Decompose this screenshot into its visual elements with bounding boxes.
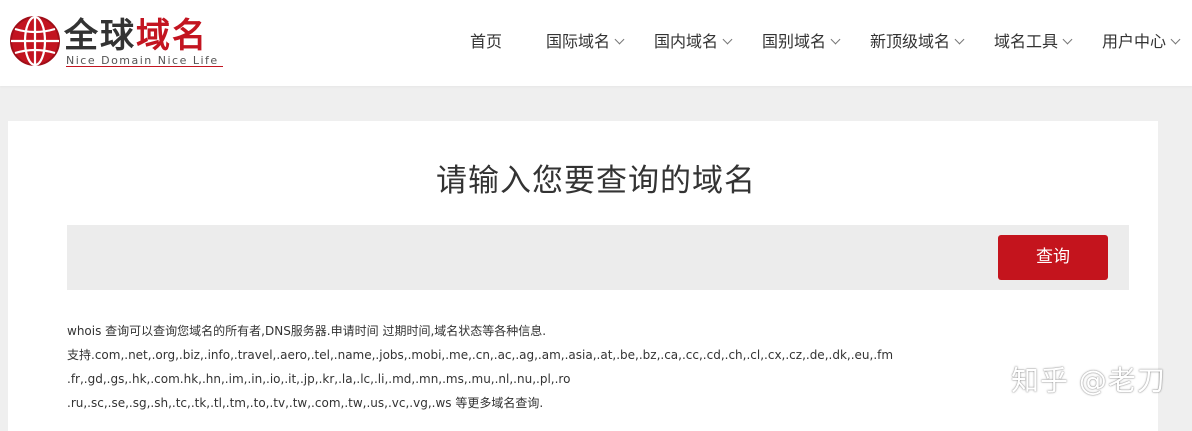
chevron-down-icon xyxy=(722,34,733,45)
chevron-down-icon xyxy=(954,34,965,45)
nav-item-label: 用户中心 xyxy=(1102,32,1167,51)
domain-search-input[interactable] xyxy=(67,225,987,290)
nav-item-new-gtld[interactable]: 新顶级域名 xyxy=(870,31,965,53)
nav-item-label: 国别域名 xyxy=(762,32,827,51)
nav-item-domain-tools[interactable]: 域名工具 xyxy=(994,31,1073,53)
nav-item-label: 域名工具 xyxy=(994,32,1059,51)
search-button[interactable]: 查询 xyxy=(998,235,1108,280)
nav-item-country-domains[interactable]: 国别域名 xyxy=(762,31,841,53)
chevron-down-icon xyxy=(1170,34,1181,45)
nav-item-label: 新顶级域名 xyxy=(870,32,951,51)
info-line-supported-tlds: .ru,.sc,.se,.sg,.sh,.tc,.tk,.tl,.tm,.to,… xyxy=(67,396,544,410)
chevron-down-icon xyxy=(1062,34,1073,45)
info-line-description: whois 查询可以查询您域名的所有者,DNS服务器.申请时间 过期时间,域名状… xyxy=(67,324,547,338)
chevron-down-icon xyxy=(614,34,625,45)
info-line-supported-tlds: 支持.com,.net,.org,.biz,.info,.travel,.aer… xyxy=(67,348,894,362)
top-header: 全球域名 Nice Domain Nice Life 首页 国际域名 国内域名 … xyxy=(0,0,1192,86)
info-line-supported-tlds: .fr,.gd,.gs,.hk,.com.hk,.hn,.im,.in,.io,… xyxy=(67,372,571,386)
nav-item-user-center[interactable]: 用户中心 xyxy=(1102,31,1181,53)
nav-item-label: 国际域名 xyxy=(546,32,611,51)
nav-item-label: 首页 xyxy=(470,32,503,51)
nav-item-domestic-domains[interactable]: 国内域名 xyxy=(654,31,733,53)
nav-item-international-domains[interactable]: 国际域名 xyxy=(546,31,625,53)
chevron-down-icon xyxy=(830,34,841,45)
watermark-text: 知乎 @老刀 xyxy=(1011,364,1166,397)
main-nav: 首页 国际域名 国内域名 国别域名 新顶级域名 域名工具 用户中心 xyxy=(0,0,1192,86)
nav-item-label: 国内域名 xyxy=(654,32,719,51)
page-title: 请输入您要查询的域名 xyxy=(436,163,756,199)
search-box xyxy=(67,225,1129,290)
nav-item-home[interactable]: 首页 xyxy=(470,31,502,53)
